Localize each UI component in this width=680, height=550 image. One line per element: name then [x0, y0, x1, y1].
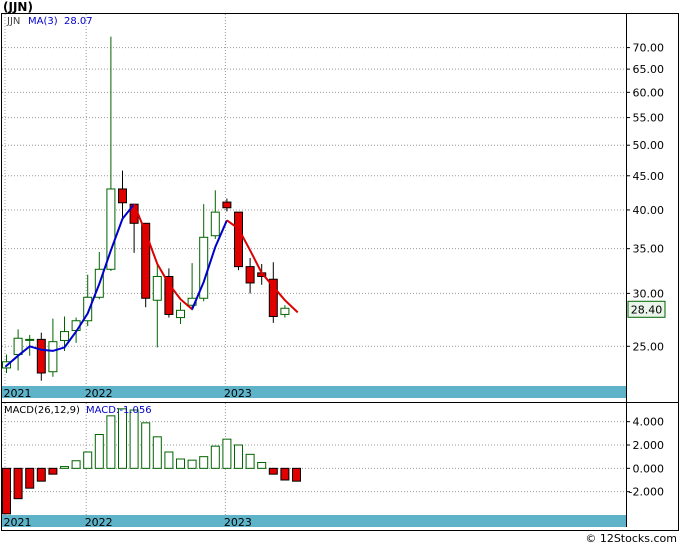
candle-body	[234, 211, 243, 268]
candle-body	[48, 341, 58, 373]
price-tick-label: 35.00	[633, 243, 665, 256]
macd-bar	[60, 466, 69, 469]
macd-tick-label: 4.000	[633, 416, 665, 429]
macd-bar	[234, 444, 243, 469]
macd-bar	[48, 467, 58, 475]
price-tick-label: 70.00	[633, 42, 665, 55]
macd-bar	[36, 467, 46, 482]
macd-bar	[280, 467, 290, 481]
chart-svg: 25.00 30.00 35.00 40.00 45.00 50.00 55.00 60.00…	[1, 13, 679, 531]
candle-body	[152, 275, 162, 301]
macd-bar	[25, 467, 35, 489]
legend-ma-value: 28.07	[64, 16, 93, 27]
macd-bar	[141, 422, 151, 469]
macd-bar	[94, 434, 104, 469]
macd-bar	[210, 445, 220, 469]
macd-bar	[222, 438, 232, 469]
macd-bar	[118, 408, 127, 469]
macd-bar	[13, 467, 23, 500]
macd-bar	[129, 409, 139, 469]
macd-bar	[164, 451, 174, 469]
macd-bar	[2, 467, 11, 515]
macd-tick-label: 2.000	[633, 439, 665, 452]
chart-root: 25.00 30.00 35.00 40.00 45.00 50.00 55.00 60.00…	[0, 0, 680, 546]
price-tick-label: 30.00	[633, 287, 665, 300]
macd-bar	[152, 436, 162, 469]
macd-date-label: 2023	[224, 516, 252, 529]
price-tick-label: 55.00	[633, 112, 665, 125]
macd-bar	[71, 460, 81, 469]
candle-body	[60, 331, 69, 342]
price-tick-label: 50.00	[633, 139, 665, 152]
price-panel-bg	[2, 14, 626, 386]
candle-body	[210, 211, 220, 237]
candle-body	[280, 307, 290, 315]
price-tick-label: 45.00	[633, 170, 665, 183]
legend-ma-label: MA(3)	[28, 16, 58, 27]
macd-bar	[83, 451, 93, 469]
candle-body	[118, 188, 127, 204]
legend-symbol: JJN	[6, 16, 20, 27]
chart-title: (JJN)	[3, 0, 33, 14]
candle-body	[25, 338, 35, 341]
price-tick-label: 65.00	[633, 63, 665, 76]
macd-tick-label: 0.000	[633, 462, 665, 475]
candle-body	[36, 338, 46, 374]
macd-bar	[199, 456, 209, 469]
macd-bar	[187, 459, 197, 469]
macd-bar	[176, 458, 185, 469]
macd-date-label: 2021	[4, 516, 32, 529]
last-price-label: 28.40	[631, 303, 663, 316]
macd-bar	[268, 467, 278, 475]
macd-bar	[106, 415, 116, 469]
candle-body	[245, 266, 255, 284]
candle-body	[176, 309, 185, 319]
macd-legend-value: MACD:-1.056	[86, 405, 152, 416]
macd-bar	[292, 467, 301, 482]
watermark-text: © 12Stocks.com	[585, 532, 677, 545]
macd-bar	[245, 453, 255, 469]
macd-tick-label: -2.000	[629, 486, 664, 499]
macd-bar	[257, 462, 267, 469]
price-tick-label: 25.00	[633, 340, 665, 353]
macd-date-label: 2022	[85, 516, 113, 529]
price-tick-label: 60.00	[633, 86, 665, 99]
candle-body	[13, 337, 23, 356]
macd-legend-label: MACD(26,12,9)	[4, 405, 80, 416]
price-tick-label: 40.00	[633, 204, 665, 217]
candle-body	[222, 201, 232, 209]
watermark: © 12Stocks.com	[584, 532, 677, 545]
